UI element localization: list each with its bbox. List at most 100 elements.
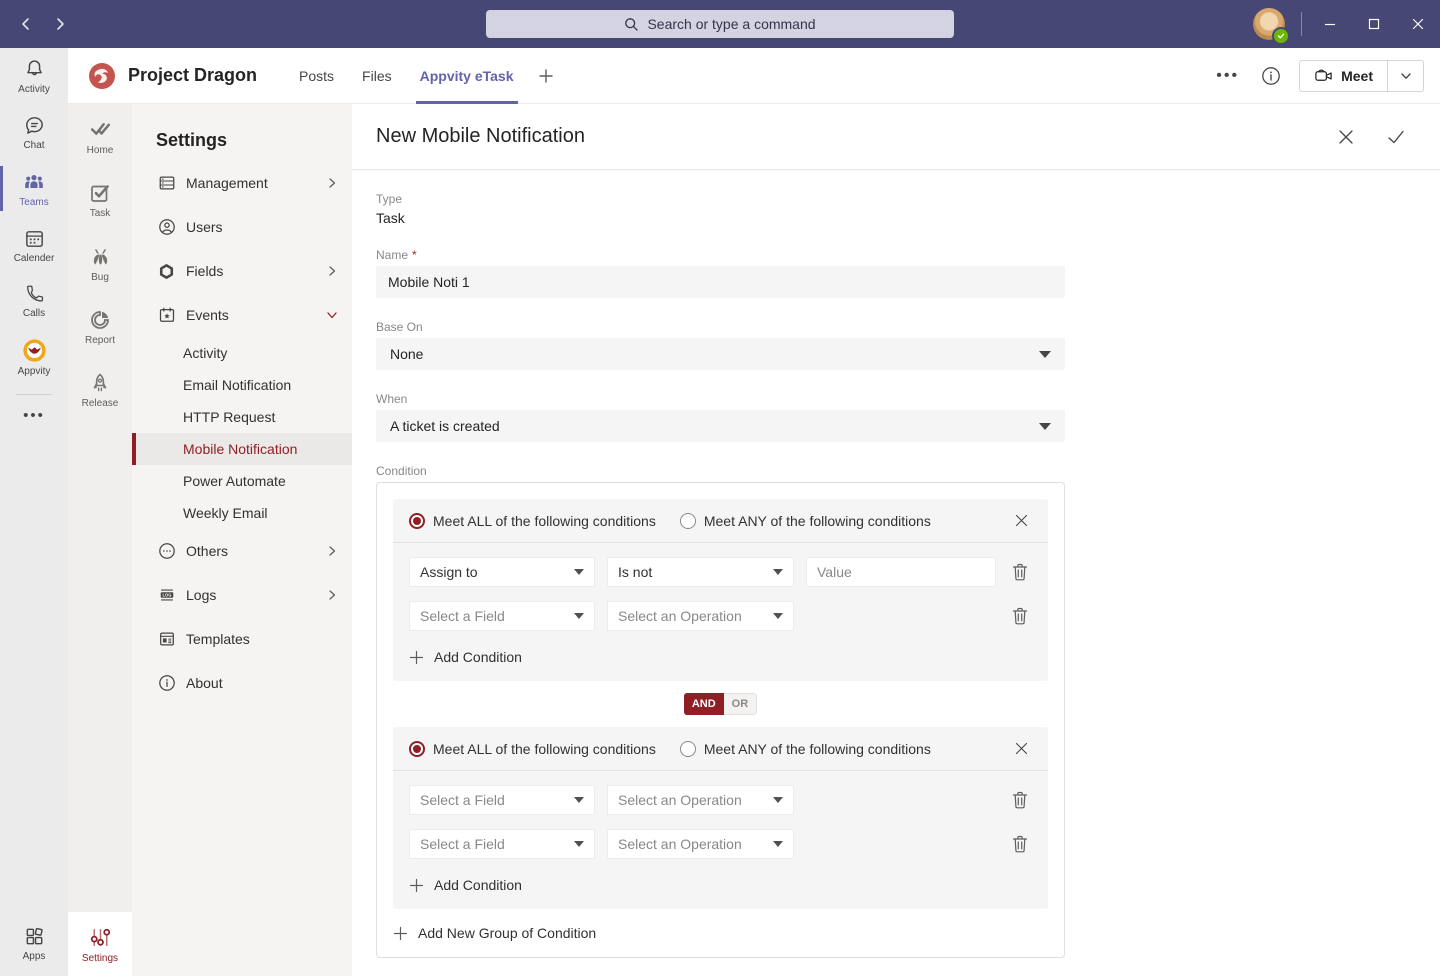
appvity-logo-icon — [22, 338, 47, 363]
nav-subitem-mobile-notification[interactable]: Mobile Notification — [132, 433, 352, 465]
more-apps-icon[interactable]: ••• — [23, 399, 45, 432]
meet-dropdown-icon[interactable] — [1387, 60, 1423, 92]
add-group-button[interactable]: Add New Group of Condition — [393, 909, 1048, 941]
user-avatar[interactable] — [1253, 8, 1285, 40]
nav-subitem-http-request[interactable]: HTTP Request — [132, 401, 352, 433]
nav-subitem-activity[interactable]: Activity — [132, 337, 352, 369]
more-options-icon[interactable]: ••• — [1212, 63, 1243, 89]
and-toggle[interactable]: AND — [684, 693, 724, 715]
pie-chart-icon — [88, 308, 112, 332]
sidebar-item-teams[interactable]: Teams — [0, 160, 68, 217]
add-condition-button[interactable]: Add Condition — [393, 645, 1048, 681]
condition-builder: Meet ALL of the following conditions Mee… — [376, 482, 1065, 958]
calendar-star-icon — [157, 306, 176, 324]
add-condition-button[interactable]: Add Condition — [393, 873, 1048, 909]
field-dropdown[interactable]: Select a Field — [409, 829, 595, 859]
nav-subitem-email-notification[interactable]: Email Notification — [132, 369, 352, 401]
user-icon — [157, 218, 176, 236]
value-input[interactable] — [806, 557, 996, 587]
nav-label: Fields — [186, 263, 316, 279]
sidebar-item-apps[interactable]: Apps — [0, 915, 68, 976]
nav-subitem-power-automate[interactable]: Power Automate — [132, 465, 352, 497]
chevron-down-icon — [773, 841, 783, 847]
type-value: Task — [376, 210, 1065, 226]
tab-appvity-etask[interactable]: Appvity eTask — [406, 48, 528, 104]
sidebar-label: Chat — [23, 140, 44, 151]
field-hexagon-icon — [157, 263, 176, 280]
operation-dropdown[interactable]: Select an Operation — [607, 601, 794, 631]
nav-item-others[interactable]: Others — [132, 529, 352, 573]
operation-dropdown[interactable]: Is not — [607, 557, 794, 587]
trash-icon[interactable] — [1008, 788, 1032, 812]
nav-item-events[interactable]: Events — [132, 293, 352, 337]
tab-files[interactable]: Files — [348, 48, 406, 104]
module-item-task[interactable]: Task — [68, 168, 132, 231]
module-label: Bug — [91, 272, 109, 283]
condition-row: Select a Field Select an Operation — [409, 785, 1032, 815]
module-item-home[interactable]: Home — [68, 104, 132, 168]
chevron-down-icon — [773, 613, 783, 619]
meet-button[interactable]: Meet — [1299, 60, 1424, 92]
remove-group-icon[interactable] — [1010, 738, 1032, 760]
nav-item-templates[interactable]: Templates — [132, 617, 352, 661]
sidebar-item-chat[interactable]: Chat — [0, 104, 68, 160]
name-label: Name — [376, 248, 408, 262]
trash-icon[interactable] — [1008, 832, 1032, 856]
nav-item-fields[interactable]: Fields — [132, 249, 352, 293]
nav-label: Users — [186, 219, 338, 235]
bug-icon — [88, 244, 113, 269]
meet-camera-icon — [1314, 66, 1333, 85]
chat-icon — [23, 114, 46, 137]
chevron-down-icon — [773, 797, 783, 803]
or-toggle[interactable]: OR — [724, 693, 758, 715]
cancel-icon[interactable] — [1334, 125, 1358, 149]
forward-icon[interactable] — [50, 14, 70, 34]
name-input[interactable] — [376, 266, 1065, 298]
sidebar-item-calendar[interactable]: Calender — [0, 217, 68, 273]
server-icon — [157, 174, 176, 192]
chevron-down-icon — [574, 841, 584, 847]
field-dropdown[interactable]: Select a Field — [409, 785, 595, 815]
chevron-down-icon — [1039, 423, 1051, 430]
nav-item-users[interactable]: Users — [132, 205, 352, 249]
when-dropdown[interactable]: A ticket is created — [376, 410, 1065, 442]
sidebar-item-appvity[interactable]: Appvity — [0, 328, 68, 386]
module-item-settings[interactable]: Settings — [68, 912, 132, 976]
channel-info-icon[interactable] — [1261, 66, 1281, 86]
minimize-button[interactable] — [1308, 0, 1352, 48]
trash-icon[interactable] — [1008, 604, 1032, 628]
save-check-icon[interactable] — [1384, 125, 1408, 149]
operation-dropdown[interactable]: Select an Operation — [607, 829, 794, 859]
meet-any-radio[interactable]: Meet ANY of the following conditions — [680, 513, 931, 529]
nav-item-logs[interactable]: LOG Logs — [132, 573, 352, 617]
meet-any-radio[interactable]: Meet ANY of the following conditions — [680, 741, 931, 757]
name-field: Name* — [376, 248, 1065, 298]
team-name: Project Dragon — [128, 65, 257, 86]
back-icon[interactable] — [16, 14, 36, 34]
nav-subitem-weekly-email[interactable]: Weekly Email — [132, 497, 352, 529]
maximize-button[interactable] — [1352, 0, 1396, 48]
meet-all-radio[interactable]: Meet ALL of the following conditions — [409, 741, 656, 757]
field-dropdown[interactable]: Assign to — [409, 557, 595, 587]
module-item-release[interactable]: Release — [68, 358, 132, 421]
sidebar-label: Appvity — [18, 366, 51, 377]
base-on-dropdown[interactable]: None — [376, 338, 1065, 370]
sidebar-item-calls[interactable]: Calls — [0, 273, 68, 328]
remove-group-icon[interactable] — [1010, 510, 1032, 532]
module-item-bug[interactable]: Bug — [68, 231, 132, 295]
add-tab-icon[interactable] — [528, 48, 564, 104]
sidebar-item-activity[interactable]: Activity — [0, 48, 68, 104]
condition-label: Condition — [376, 464, 1065, 478]
module-label: Report — [85, 335, 115, 346]
search-input[interactable]: Search or type a command — [486, 10, 954, 38]
tab-posts[interactable]: Posts — [285, 48, 348, 104]
status-available-icon — [1274, 29, 1288, 43]
trash-icon[interactable] — [1008, 560, 1032, 584]
nav-item-about[interactable]: About — [132, 661, 352, 705]
close-button[interactable] — [1396, 0, 1440, 48]
meet-all-radio[interactable]: Meet ALL of the following conditions — [409, 513, 656, 529]
module-item-report[interactable]: Report — [68, 295, 132, 358]
field-dropdown[interactable]: Select a Field — [409, 601, 595, 631]
operation-dropdown[interactable]: Select an Operation — [607, 785, 794, 815]
nav-item-management[interactable]: Management — [132, 161, 352, 205]
